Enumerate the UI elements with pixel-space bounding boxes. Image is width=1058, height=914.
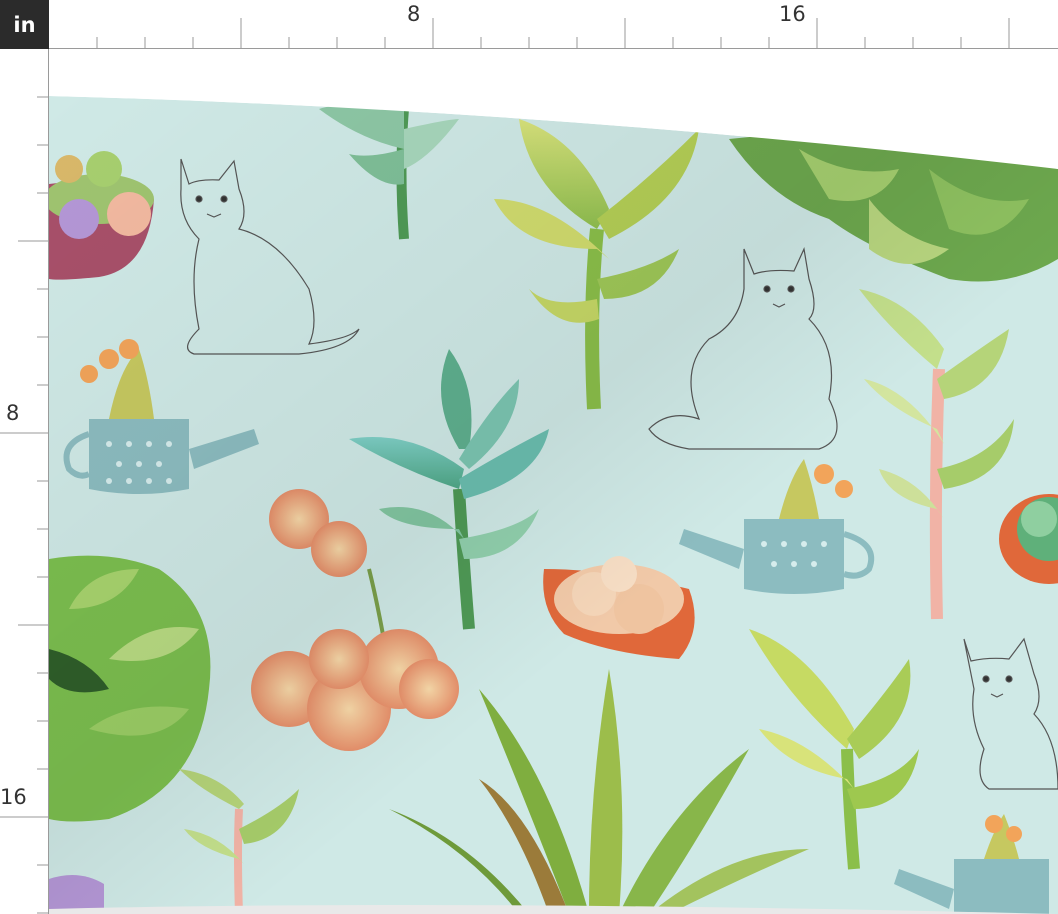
- left-ruler: 8 16: [0, 49, 49, 914]
- ruler-unit-label: in: [0, 0, 49, 49]
- top-ruler-label-16: 16: [779, 2, 806, 26]
- fabric-preview[interactable]: [49, 49, 1058, 914]
- top-ruler-ticks: [96, 18, 1010, 49]
- left-ruler-label-16: 16: [0, 785, 27, 809]
- top-ruler: 8 16: [49, 0, 1058, 49]
- top-ruler-label-8: 8: [407, 2, 421, 26]
- left-ruler-label-8: 8: [6, 401, 20, 425]
- fabric-swatch: [49, 49, 1058, 914]
